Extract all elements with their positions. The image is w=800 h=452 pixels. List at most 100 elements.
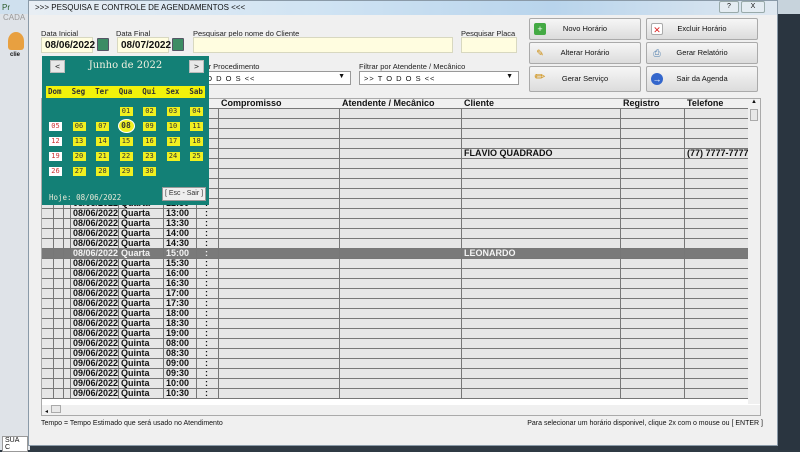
- esc-close-button[interactable]: [ Esc - Sair ]: [162, 187, 206, 201]
- placa-search-input[interactable]: [461, 37, 517, 53]
- calendar-day[interactable]: 28: [96, 167, 109, 176]
- sair-agenda-button[interactable]: → Sair da Agenda: [646, 66, 758, 92]
- calendar-day[interactable]: 06: [72, 122, 86, 131]
- cell: Cliente: [464, 99, 495, 108]
- calendar-day[interactable]: 30: [143, 167, 156, 176]
- cell: [685, 289, 749, 299]
- cell: :: [197, 279, 219, 289]
- calendar-day[interactable]: 02: [143, 107, 156, 116]
- cell: [621, 379, 685, 389]
- table-row[interactable]: 08/06/2022 Quarta 14:00:: [42, 229, 749, 239]
- table-row[interactable]: 09/06/2022 Quinta 10:30:: [42, 389, 749, 399]
- excluir-horario-button[interactable]: ✕ Excluir Horário: [646, 18, 758, 40]
- calendar-day[interactable]: 17: [166, 137, 180, 146]
- calendar-day[interactable]: 21: [96, 152, 109, 161]
- gerar-servico-button[interactable]: ✏ Gerar Serviço: [529, 66, 641, 92]
- cell: [340, 189, 462, 199]
- calendar-day[interactable]: 03: [166, 107, 180, 116]
- table-row[interactable]: 09/06/2022 Quinta 08:30:: [42, 349, 749, 359]
- cell: Registro: [623, 99, 660, 108]
- next-month-button[interactable]: >: [189, 60, 204, 73]
- table-row[interactable]: 08/06/2022 Quarta 17:30:: [42, 299, 749, 309]
- calendar-day[interactable]: 22: [119, 152, 133, 161]
- calendar-day[interactable]: 14: [96, 137, 109, 146]
- calendar-day[interactable]: 04: [190, 107, 203, 116]
- table-row[interactable]: 09/06/2022 Quinta 08:00:: [42, 339, 749, 349]
- calendar-day[interactable]: 26: [49, 167, 62, 176]
- calendar-day[interactable]: 25: [190, 152, 203, 161]
- gerar-relatorio-button[interactable]: ⎙ Gerar Relatório: [646, 42, 758, 64]
- cell: [340, 329, 462, 339]
- table-row[interactable]: 08/06/2022 Quarta 18:00:: [42, 309, 749, 319]
- atendente-filter-select[interactable]: >> T O D O S << ▼: [359, 71, 519, 85]
- cell: 08/06/2022: [73, 219, 119, 229]
- calendar-day[interactable]: 01: [119, 107, 133, 116]
- calendar-day[interactable]: 08: [117, 119, 135, 133]
- cell: 14:00: [164, 229, 197, 239]
- table-row[interactable]: 08/06/2022 Quarta 13:30:: [42, 219, 749, 229]
- table-row[interactable]: 08/06/2022 Quarta 17:00:: [42, 289, 749, 299]
- calendar-icon[interactable]: [97, 38, 109, 51]
- cell: [219, 249, 340, 259]
- cell: [54, 219, 64, 229]
- table-row[interactable]: 09/06/2022 Quinta 10:00:: [42, 379, 749, 389]
- data-final-input[interactable]: 08/07/2022: [117, 37, 171, 53]
- calendar-day[interactable]: 10: [166, 122, 180, 131]
- clients-icon[interactable]: [8, 32, 24, 50]
- close-button[interactable]: X: [741, 1, 765, 13]
- cell: [340, 389, 462, 399]
- novo-horario-button[interactable]: + Novo Horário: [529, 18, 641, 40]
- calendar-day[interactable]: 24: [166, 152, 180, 161]
- calendar-icon[interactable]: [172, 38, 184, 51]
- cell: 09/06/2022: [73, 369, 119, 379]
- table-row[interactable]: 08/06/2022 Quarta 15:00: LEONARDO: [42, 249, 749, 259]
- calendar-day[interactable]: 19: [49, 152, 62, 161]
- horizontal-scrollbar[interactable]: ◂: [42, 405, 760, 415]
- help-button[interactable]: ?: [719, 1, 739, 13]
- cliente-search-input[interactable]: [193, 37, 453, 53]
- agenda-window: >>> PESQUISA E CONTROLE DE AGENDAMENTOS …: [28, 0, 778, 446]
- calendar-day[interactable]: 09: [143, 122, 156, 131]
- table-row[interactable]: 08/06/2022 Quarta 16:00:: [42, 269, 749, 279]
- cell: 08/06/2022: [73, 289, 119, 299]
- cell: Quarta: [119, 299, 164, 309]
- calendar-day[interactable]: 05: [49, 122, 62, 131]
- calendar-day[interactable]: 27: [72, 167, 86, 176]
- calendar-day[interactable]: 15: [119, 137, 133, 146]
- alterar-horario-button[interactable]: ✎ Alterar Horário: [529, 42, 641, 64]
- calendar-day[interactable]: 20: [72, 152, 86, 161]
- vertical-scrollbar[interactable]: ▲: [748, 99, 760, 404]
- calendar-day[interactable]: 18: [190, 137, 203, 146]
- cell: [219, 149, 340, 159]
- cell: [462, 279, 621, 289]
- table-row[interactable]: 08/06/2022 Quarta 13:00:: [42, 209, 749, 219]
- delete-icon: ✕: [651, 23, 663, 35]
- cell: 08:00: [164, 339, 197, 349]
- table-row[interactable]: 08/06/2022 Quarta 14:30:: [42, 239, 749, 249]
- table-row[interactable]: 08/06/2022 Quarta 18:30:: [42, 319, 749, 329]
- cell: [42, 269, 54, 279]
- calendar-day[interactable]: 23: [143, 152, 156, 161]
- cell: 08/06/2022: [73, 329, 119, 339]
- table-row[interactable]: 09/06/2022 Quinta 09:30:: [42, 369, 749, 379]
- cell: 09/06/2022: [73, 339, 119, 349]
- table-row[interactable]: 08/06/2022 Quarta 15:30:: [42, 259, 749, 269]
- table-row[interactable]: 08/06/2022 Quarta 19:00:: [42, 329, 749, 339]
- calendar-day[interactable]: 11: [190, 122, 203, 131]
- calendar-day[interactable]: 12: [49, 137, 62, 146]
- calendar-day[interactable]: 07: [96, 122, 109, 131]
- data-inicial-input[interactable]: 08/06/2022: [41, 37, 95, 53]
- cell: 08/06/2022: [73, 269, 119, 279]
- table-row[interactable]: 09/06/2022 Quinta 09:00:: [42, 359, 749, 369]
- calendar-day[interactable]: 29: [119, 167, 133, 176]
- weekday-label: Qua: [118, 87, 133, 96]
- cell: [685, 369, 749, 379]
- cell: [685, 119, 749, 129]
- excluir-horario-label: Excluir Horário: [677, 24, 727, 33]
- cell: Quarta: [119, 209, 164, 219]
- cell: [462, 209, 621, 219]
- calendar-day[interactable]: 13: [72, 137, 86, 146]
- atendente-value: >> T O D O S <<: [364, 74, 436, 83]
- calendar-day[interactable]: 16: [143, 137, 156, 146]
- table-row[interactable]: 08/06/2022 Quarta 16:30:: [42, 279, 749, 289]
